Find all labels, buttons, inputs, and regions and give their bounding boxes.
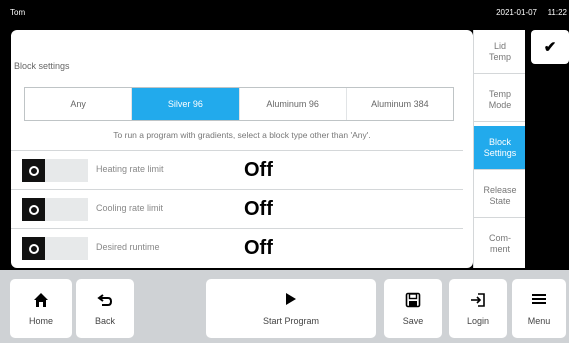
toggle-knob — [22, 198, 45, 221]
menu-icon — [531, 292, 547, 312]
checkmark-icon: ✔ — [543, 39, 557, 56]
back-button[interactable]: Back — [76, 279, 134, 338]
save-button[interactable]: Save — [384, 279, 442, 338]
home-label: Home — [28, 315, 53, 326]
setting-label: Cooling rate limit — [96, 203, 164, 213]
home-button[interactable]: Home — [10, 279, 72, 338]
heating-rate-limit-row: Heating rate limit Off — [11, 150, 463, 188]
cooling-rate-limit-row: Cooling rate limit Off — [11, 189, 463, 227]
login-icon — [470, 292, 486, 312]
desired-runtime-row: Desired runtime Off — [11, 228, 463, 266]
panel-title: Block settings — [14, 61, 70, 71]
toggle-knob — [22, 237, 45, 260]
cooling-rate-limit-toggle[interactable] — [22, 198, 88, 221]
gradient-hint: To run a program with gradients, select … — [113, 130, 371, 140]
login-label: Login — [466, 315, 490, 326]
start-program-label: Start Program — [262, 315, 320, 326]
menu-button[interactable]: Menu — [512, 279, 566, 338]
date-display: 2021-01-07 — [496, 8, 537, 17]
block-settings-panel: Block settings Any Silver 96 Aluminum 96… — [11, 30, 473, 268]
tab-temp-mode[interactable]: Temp Mode — [474, 78, 525, 122]
home-icon — [33, 292, 49, 312]
play-icon — [285, 292, 297, 312]
block-type-silver-96[interactable]: Silver 96 — [132, 88, 240, 120]
start-program-button[interactable]: Start Program — [206, 279, 376, 338]
setting-label: Heating rate limit — [96, 164, 164, 174]
floppy-disk-icon — [405, 292, 421, 312]
heating-rate-limit-toggle[interactable] — [22, 159, 88, 182]
status-bar: Tom 2021-01-07 11:22 — [0, 0, 569, 24]
back-arrow-icon — [97, 292, 113, 312]
block-type-selector: Any Silver 96 Aluminum 96 Aluminum 384 — [24, 87, 454, 121]
block-type-aluminum-384[interactable]: Aluminum 384 — [347, 88, 453, 120]
tab-release-state[interactable]: Release State — [474, 174, 525, 218]
tab-block-settings[interactable]: Block Settings — [474, 126, 525, 170]
setting-value: Off — [244, 159, 273, 181]
tab-lid-temp[interactable]: Lid Temp — [474, 30, 525, 74]
block-type-aluminum-96[interactable]: Aluminum 96 — [240, 88, 347, 120]
block-type-any[interactable]: Any — [25, 88, 133, 120]
menu-label: Menu — [527, 315, 551, 326]
confirm-button[interactable]: ✔ — [531, 30, 569, 64]
toggle-knob — [22, 159, 45, 182]
login-button[interactable]: Login — [449, 279, 507, 338]
setting-label: Desired runtime — [96, 242, 160, 252]
setting-value: Off — [244, 198, 273, 220]
settings-tabs: Lid Temp Temp Mode Block Settings Releas… — [473, 30, 525, 268]
back-label: Back — [94, 315, 115, 326]
footer-bar: Home Back Start Program Save Login Menu — [0, 270, 569, 343]
tab-comment[interactable]: Com- ment — [474, 222, 525, 266]
save-label: Save — [402, 315, 424, 326]
setting-value: Off — [244, 237, 273, 259]
desired-runtime-toggle[interactable] — [22, 237, 88, 260]
time-display: 11:22 — [547, 8, 567, 17]
user-name: Tom — [10, 8, 26, 17]
